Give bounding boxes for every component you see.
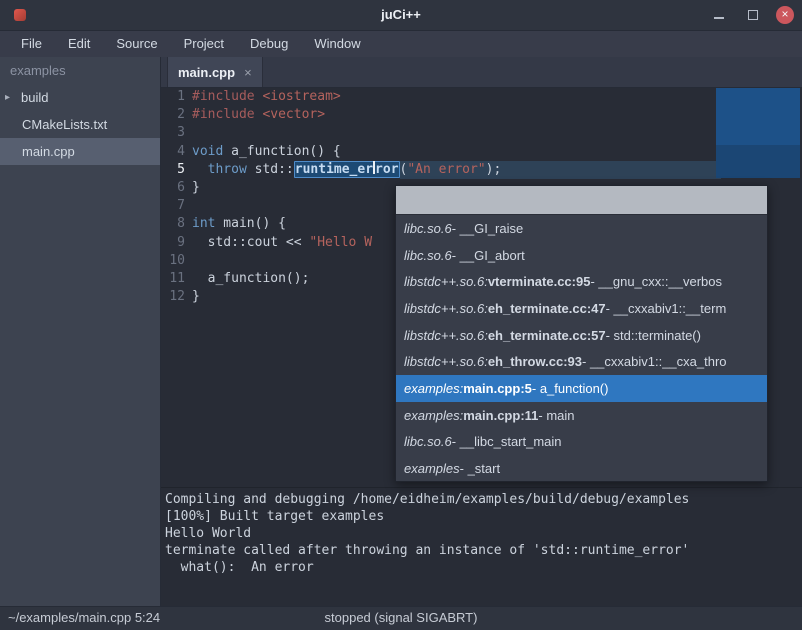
code-line-2[interactable]: 2#include <vector> [161, 106, 802, 124]
line-number[interactable]: 3 [161, 124, 192, 142]
line-number[interactable]: 1 [161, 88, 192, 106]
menu-item-source[interactable]: Source [103, 31, 170, 57]
backtrace-item[interactable]: libc.so.6 - __libc_start_main [396, 429, 767, 456]
backtrace-item[interactable]: libc.so.6 - __GI_abort [396, 242, 767, 269]
menubar: File Edit Source Project Debug Window [0, 31, 802, 57]
backtrace-item[interactable]: examples:main.cpp:5 - a_function() [396, 375, 767, 402]
tree-item-label: main.cpp [22, 138, 75, 165]
line-number[interactable]: 7 [161, 197, 192, 215]
tab-close-icon[interactable]: × [244, 65, 252, 80]
backtrace-filter-input[interactable] [396, 186, 767, 215]
restore-icon [748, 10, 758, 20]
backtrace-popup: libc.so.6 - __GI_raiselibc.so.6 - __GI_a… [395, 185, 768, 482]
file-tree: examples ▸ build CMakeLists.txt main.cpp [0, 57, 161, 607]
line-number[interactable]: 9 [161, 234, 192, 252]
line-number[interactable]: 12 [161, 288, 192, 306]
tooltip-panel [716, 88, 800, 145]
menu-item-file[interactable]: File [8, 31, 55, 57]
menu-item-project[interactable]: Project [171, 31, 237, 57]
backtrace-item[interactable]: examples - _start [396, 455, 767, 482]
window-title: juCi++ [0, 0, 802, 30]
console-line: Compiling and debugging /home/eidheim/ex… [165, 491, 798, 508]
close-button[interactable]: × [776, 6, 794, 24]
line-number[interactable]: 11 [161, 270, 192, 288]
tabbar: main.cpp × [161, 57, 802, 88]
statusbar: ~/examples/main.cpp 5:24 stopped (signal… [0, 606, 802, 630]
tree-item-cmakelists[interactable]: CMakeLists.txt [0, 111, 160, 138]
tab-label: main.cpp [178, 65, 235, 80]
text-cursor [373, 161, 375, 174]
code-line-4[interactable]: 4void a_function() { [161, 143, 802, 161]
project-name: examples [0, 57, 160, 84]
debug-line-highlight: ("An error"); [400, 161, 721, 179]
close-icon: × [776, 6, 794, 23]
tree-item-label: build [21, 84, 48, 111]
tree-item-build[interactable]: ▸ build [0, 84, 160, 111]
line-number[interactable]: 5 [161, 161, 192, 179]
line-number[interactable]: 10 [161, 252, 192, 270]
backtrace-item[interactable]: examples:main.cpp:11 - main [396, 402, 767, 429]
console-line: Hello World [165, 525, 798, 542]
backtrace-item[interactable]: libstdc++.so.6:eh_throw.cc:93 - __cxxabi… [396, 348, 767, 375]
highlighted-word: runtime_error [294, 161, 400, 178]
console-line: [100%] Built target examples [165, 508, 798, 525]
console-line: terminate called after throwing an insta… [165, 542, 798, 559]
line-number[interactable]: 8 [161, 215, 192, 233]
code-line-3[interactable]: 3 [161, 124, 802, 142]
menu-item-debug[interactable]: Debug [237, 31, 301, 57]
backtrace-item[interactable]: libc.so.6 - __GI_raise [396, 215, 767, 242]
line-number[interactable]: 2 [161, 106, 192, 124]
debug-status: stopped (signal SIGABRT) [0, 607, 802, 629]
minimize-button[interactable] [710, 6, 728, 24]
restore-button[interactable] [744, 6, 762, 24]
line-number[interactable]: 6 [161, 179, 192, 197]
backtrace-list: libc.so.6 - __GI_raiselibc.so.6 - __GI_a… [396, 215, 767, 482]
menu-item-window[interactable]: Window [301, 31, 373, 57]
backtrace-item[interactable]: libstdc++.so.6:eh_terminate.cc:57 - std:… [396, 322, 767, 349]
tooltip-panel-shade [716, 145, 800, 178]
titlebar: juCi++ × [0, 0, 802, 31]
tab-main-cpp[interactable]: main.cpp × [167, 57, 263, 87]
menu-item-edit[interactable]: Edit [55, 31, 103, 57]
console-line: what(): An error [165, 559, 798, 576]
console-output[interactable]: Compiling and debugging /home/eidheim/ex… [161, 487, 802, 607]
code-line-5[interactable]: 5 throw std::runtime_error("An error"); [161, 161, 802, 179]
app-window: juCi++ × File Edit Source Project Debug … [0, 0, 802, 630]
expander-icon[interactable]: ▸ [5, 84, 21, 111]
tree-item-main-cpp[interactable]: main.cpp [0, 138, 160, 165]
tree-item-label: CMakeLists.txt [22, 111, 107, 138]
minimize-icon [714, 17, 724, 19]
line-number[interactable]: 4 [161, 143, 192, 161]
backtrace-item[interactable]: libstdc++.so.6:eh_terminate.cc:47 - __cx… [396, 295, 767, 322]
backtrace-item[interactable]: libstdc++.so.6:vterminate.cc:95 - __gnu_… [396, 268, 767, 295]
code-line-1[interactable]: 1#include <iostream> [161, 88, 802, 106]
